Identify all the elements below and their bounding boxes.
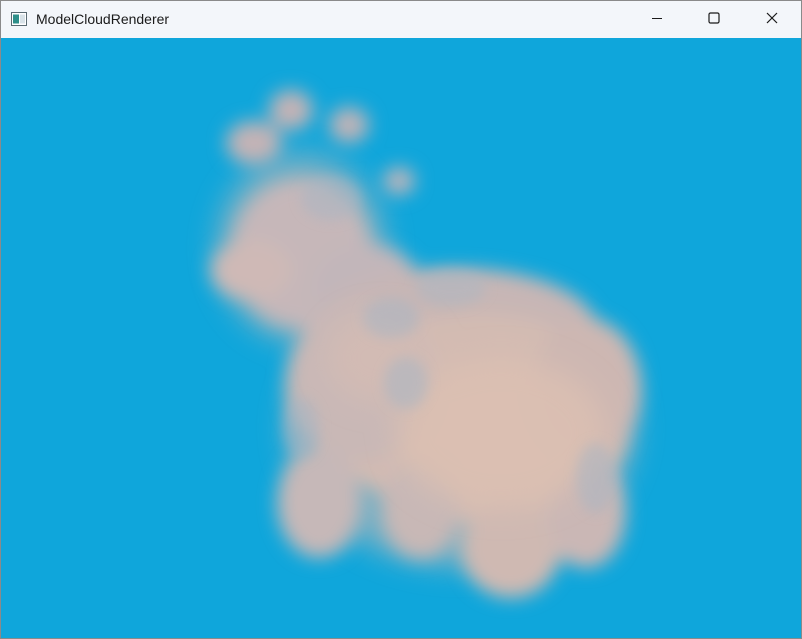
render-viewport[interactable] (1, 38, 801, 638)
left-ear-cloud (226, 121, 282, 165)
shade-spot-1 (301, 176, 361, 220)
window-title: ModelCloudRenderer (36, 11, 170, 27)
minimize-button[interactable] (628, 1, 686, 38)
title-bar[interactable]: ModelCloudRenderer (1, 1, 801, 38)
front-leg-left-cloud (277, 448, 361, 558)
shade-spot-3 (416, 270, 486, 306)
right-ear-cloud (383, 167, 415, 195)
close-button[interactable] (743, 1, 801, 38)
snout-cloud (211, 240, 291, 300)
app-window: ModelCloudRenderer (0, 0, 802, 639)
app-window-icon (11, 12, 27, 26)
shade-spot-2 (363, 298, 419, 338)
close-icon (766, 11, 778, 29)
shade-spot-6 (576, 443, 616, 513)
cow-cloud-render (211, 90, 641, 598)
maximize-button[interactable] (685, 1, 743, 38)
left-horn-cloud (269, 90, 313, 130)
minimize-icon (651, 11, 663, 29)
right-horn-cloud (329, 107, 369, 143)
maximize-icon (708, 11, 720, 29)
shade-spot-5 (283, 398, 319, 458)
shade-spot-4 (384, 357, 428, 409)
